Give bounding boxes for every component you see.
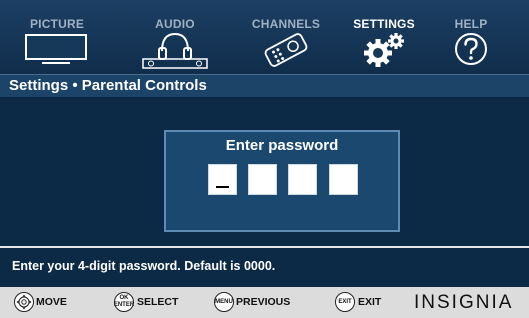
- tab-picture-label: PICTURE: [29, 17, 85, 31]
- password-dialog: Enter password: [164, 130, 400, 232]
- page-title-bar: Settings • Parental Controls: [0, 75, 529, 97]
- tv-icon: [22, 31, 92, 69]
- password-digit-2[interactable]: [248, 164, 277, 195]
- tab-help-label: HELP: [454, 17, 488, 31]
- page-title: Settings • Parental Controls: [9, 77, 207, 94]
- menu-button-icon: MENU: [214, 292, 234, 312]
- tab-picture[interactable]: PICTURE: [22, 0, 92, 74]
- input-cursor: [216, 186, 229, 188]
- top-menu: PICTURE AUDIO CHANNELS SETTINGS HELP: [0, 0, 529, 75]
- enter-label: ENTER: [113, 302, 135, 308]
- tab-help[interactable]: HELP: [446, 0, 496, 74]
- ok-enter-button-icon: OK ENTER: [114, 292, 134, 312]
- password-digit-4[interactable]: [329, 164, 358, 195]
- brand-logo: INSIGNIA: [414, 292, 514, 313]
- select-label: SELECT: [137, 296, 179, 308]
- exit-button-icon: EXIT: [335, 292, 355, 312]
- bottom-bar: MOVE OK ENTER SELECT MENU PREVIOUS EXIT …: [0, 287, 529, 318]
- ok-label: OK: [119, 295, 129, 301]
- tab-settings-label: SETTINGS: [353, 17, 415, 31]
- password-dialog-title: Enter password: [225, 137, 339, 154]
- password-digit-3[interactable]: [288, 164, 317, 195]
- tab-audio[interactable]: AUDIO: [140, 0, 210, 74]
- tab-settings[interactable]: SETTINGS: [340, 0, 428, 74]
- exit-button-label: EXIT: [338, 298, 352, 305]
- previous-label: PREVIOUS: [236, 296, 291, 308]
- password-digit-1[interactable]: [208, 164, 237, 195]
- tab-audio-label: AUDIO: [155, 17, 195, 31]
- gears-icon: [340, 31, 428, 69]
- dpad-icon: [14, 292, 34, 312]
- remote-icon: [236, 31, 336, 69]
- move-label: MOVE: [36, 296, 67, 308]
- headphones-icon: [140, 31, 210, 69]
- hint-text: Enter your 4-digit password. Default is …: [12, 259, 276, 273]
- tab-channels-label: CHANNELS: [251, 17, 321, 31]
- question-icon: [446, 31, 496, 69]
- tab-channels[interactable]: CHANNELS: [236, 0, 336, 74]
- exit-label: EXIT: [358, 296, 382, 308]
- menu-label: MENU: [215, 298, 233, 305]
- hint-bar: Enter your 4-digit password. Default is …: [0, 248, 529, 286]
